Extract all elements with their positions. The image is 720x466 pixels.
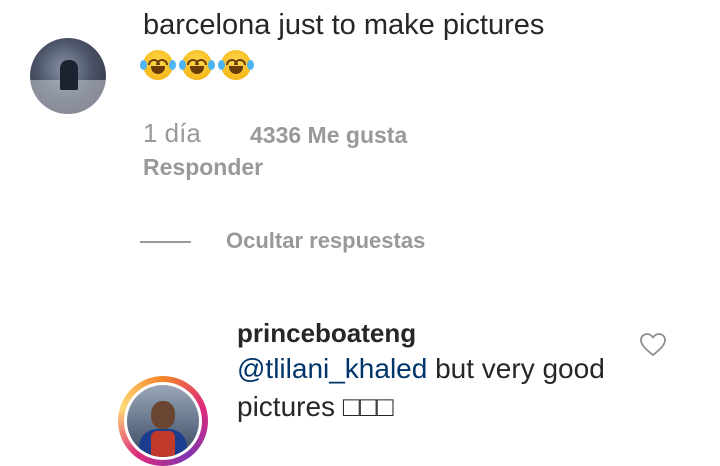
comment-emojis xyxy=(140,50,254,80)
replies-divider-line xyxy=(140,241,191,243)
reply-avatar-story-ring[interactable] xyxy=(118,376,208,466)
like-heart-icon[interactable] xyxy=(640,333,666,357)
reply-username[interactable]: princeboateng xyxy=(237,318,416,349)
comment-like-count[interactable]: 4336 Me gusta xyxy=(250,122,407,149)
laughing-crying-emoji-icon xyxy=(140,50,176,80)
laughing-crying-emoji-icon xyxy=(218,50,254,80)
hide-replies-button[interactable]: Ocultar respuestas xyxy=(226,228,425,254)
avatar-photo-vest xyxy=(151,431,175,457)
like-heart-icon[interactable] xyxy=(643,0,663,8)
laughing-crying-emoji-icon xyxy=(179,50,215,80)
mention-link[interactable]: @tlilani_khaled xyxy=(237,353,427,384)
commenter-avatar[interactable] xyxy=(30,38,106,114)
avatar-photo-figure xyxy=(60,60,78,90)
reply-button[interactable]: Responder xyxy=(143,154,263,181)
reply-text: @tlilani_khaled but very good pictures □… xyxy=(237,350,617,426)
reply-avatar-photo xyxy=(127,385,199,457)
comment-text: barcelona just to make pictures xyxy=(143,9,545,41)
avatar-photo-face xyxy=(151,401,175,429)
comment-timestamp[interactable]: 1 día xyxy=(143,118,201,149)
reply-avatar xyxy=(124,382,202,460)
